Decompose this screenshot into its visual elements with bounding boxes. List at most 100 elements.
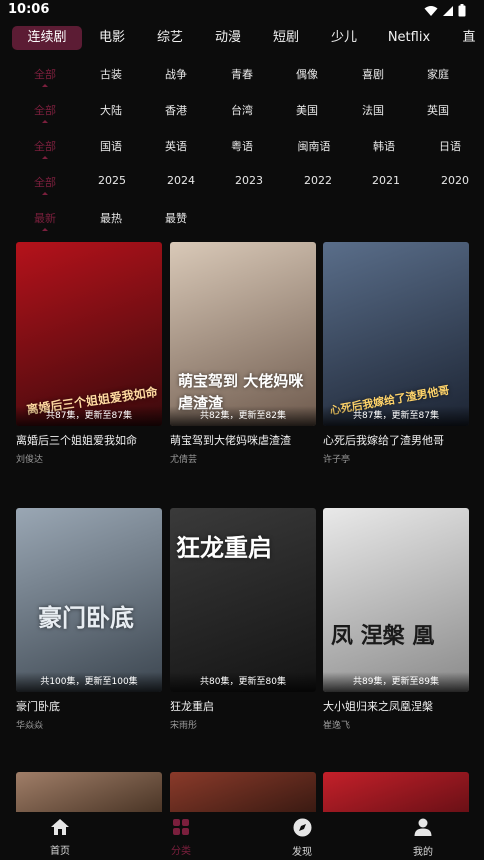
filter-option[interactable]: 英国 (427, 102, 449, 118)
filter-option[interactable]: 国语 (100, 138, 122, 154)
filter-option[interactable]: 家庭 (427, 66, 449, 82)
drama-actor: 崔逸飞 (323, 721, 351, 731)
filter-option[interactable]: 粤语 (231, 138, 253, 154)
drama-poster[interactable]: 豪门卧底 共100集，更新至100集 (16, 508, 162, 692)
drama-poster-partial[interactable] (170, 772, 316, 812)
category-tabs: 连续剧 电影 综艺 动漫 短剧 少儿 Netflix 直 (0, 22, 484, 54)
filter-option[interactable]: 法国 (362, 102, 384, 118)
drama-card[interactable]: 离婚后三个姐姐爱我如命 共87集，更新至87集 离婚后三个姐姐爱我如命 刘俊达 (16, 242, 162, 465)
tab-anime[interactable]: 动漫 (210, 26, 246, 50)
drama-poster[interactable]: 凤 涅槃 凰 共89集，更新至89集 (323, 508, 469, 692)
poster-title: 狂龙重启 (176, 533, 272, 562)
drama-title[interactable]: 大小姐归来之凤凰涅槃 (323, 698, 469, 714)
compass-icon (293, 818, 311, 837)
tab-series[interactable]: 连续剧 (12, 26, 82, 50)
filter-option[interactable]: 2022 (304, 174, 332, 187)
filter-option[interactable]: 古装 (100, 66, 122, 82)
drama-title[interactable]: 心死后我嫁给了渣男他哥 (323, 432, 469, 448)
category-icon (173, 819, 189, 835)
drama-card[interactable]: 狂龙重启 共80集，更新至80集 狂龙重启 宋雨彤 (170, 508, 316, 731)
filter-option[interactable]: 香港 (165, 102, 187, 118)
filter-option[interactable]: 2023 (235, 174, 263, 187)
filter-option[interactable]: 2021 (372, 174, 400, 187)
episode-count: 共82集，更新至82集 (170, 406, 316, 426)
nav-category[interactable]: 分类 (141, 818, 221, 857)
drama-actor: 华焱焱 (16, 721, 44, 731)
drama-card[interactable]: 心死后我嫁给了渣男他哥 共87集，更新至87集 心死后我嫁给了渣男他哥 许子亭 (323, 242, 469, 465)
selected-caret-icon (42, 228, 48, 231)
tab-movie[interactable]: 电影 (94, 26, 130, 50)
drama-actor: 宋雨彤 (170, 721, 198, 731)
filter-option-selected[interactable]: 最新 (34, 210, 56, 226)
nav-category-label: 分类 (171, 846, 191, 857)
filter-option[interactable]: 喜剧 (362, 66, 384, 82)
status-bar: 10:06 (0, 0, 484, 22)
filter-option[interactable]: 闽南语 (298, 138, 331, 154)
nav-profile[interactable]: 我的 (383, 818, 463, 858)
filter-option[interactable]: 韩语 (373, 138, 395, 154)
filter-option[interactable]: 2024 (167, 174, 195, 187)
filter-option-selected[interactable]: 全部 (34, 66, 56, 82)
tab-variety[interactable]: 综艺 (152, 26, 188, 50)
filter-option[interactable]: 最热 (100, 210, 122, 226)
drama-actor: 刘俊达 (16, 455, 44, 465)
filter-option[interactable]: 大陆 (100, 102, 122, 118)
status-icons (424, 4, 466, 17)
filter-option-selected[interactable]: 全部 (34, 102, 56, 118)
filter-option[interactable]: 最赞 (165, 210, 187, 226)
episode-count: 共89集，更新至89集 (323, 672, 469, 692)
poster-title: 凤 涅槃 凰 (331, 623, 435, 649)
filter-row-sort: 最新 最热 最赞 (0, 204, 484, 240)
selected-caret-icon (42, 192, 48, 195)
drama-card[interactable]: 萌宝驾到 大佬妈咪虐渣渣 共82集，更新至82集 萌宝驾到大佬妈咪虐渣渣 尤倩芸 (170, 242, 316, 465)
selected-caret-icon (42, 84, 48, 87)
selected-caret-icon (42, 156, 48, 159)
tab-kids[interactable]: 少儿 (326, 26, 362, 50)
filter-row-year: 全部 2025 2024 2023 2022 2021 2020 (0, 168, 484, 204)
nav-discover[interactable]: 发现 (262, 818, 342, 858)
filter-option[interactable]: 日语 (439, 138, 461, 154)
filter-option-selected[interactable]: 全部 (34, 174, 56, 190)
drama-card[interactable]: 豪门卧底 共100集，更新至100集 豪门卧底 华焱焱 (16, 508, 162, 731)
drama-card[interactable]: 凤 涅槃 凰 共89集，更新至89集 大小姐归来之凤凰涅槃 崔逸飞 (323, 508, 469, 731)
selected-caret-icon (42, 120, 48, 123)
drama-title[interactable]: 萌宝驾到大佬妈咪虐渣渣 (170, 432, 316, 448)
filter-option[interactable]: 台湾 (231, 102, 253, 118)
drama-poster[interactable]: 心死后我嫁给了渣男他哥 共87集，更新至87集 (323, 242, 469, 426)
nav-profile-label: 我的 (413, 847, 433, 858)
filter-row-genre: 全部 古装 战争 青春 偶像 喜剧 家庭 (0, 60, 484, 96)
battery-icon (458, 4, 466, 17)
drama-poster-partial[interactable] (323, 772, 469, 812)
filter-option[interactable]: 战争 (165, 66, 187, 82)
filter-option[interactable]: 2020 (441, 174, 469, 187)
drama-poster[interactable]: 离婚后三个姐姐爱我如命 共87集，更新至87集 (16, 242, 162, 426)
episode-count: 共87集，更新至87集 (323, 406, 469, 426)
poster-title: 豪门卧底 (38, 603, 134, 632)
filter-option[interactable]: 偶像 (296, 66, 318, 82)
status-time: 10:06 (8, 2, 50, 17)
profile-icon (414, 818, 432, 836)
tab-netflix[interactable]: Netflix (384, 26, 434, 50)
home-icon (51, 819, 69, 835)
filter-row-region: 全部 大陆 香港 台湾 美国 法国 英国 (0, 96, 484, 132)
drama-actor: 尤倩芸 (170, 455, 198, 465)
drama-poster[interactable]: 狂龙重启 共80集，更新至80集 (170, 508, 316, 692)
nav-home[interactable]: 首页 (20, 818, 100, 857)
tab-short-drama[interactable]: 短剧 (268, 26, 304, 50)
drama-title[interactable]: 离婚后三个姐姐爱我如命 (16, 432, 162, 448)
nav-discover-label: 发现 (292, 847, 312, 858)
drama-poster-partial[interactable] (16, 772, 162, 812)
filter-option[interactable]: 美国 (296, 102, 318, 118)
signal-icon (443, 5, 453, 16)
episode-count: 共87集，更新至87集 (16, 406, 162, 426)
bottom-nav: 首页 分类 发现 我的 (0, 812, 484, 860)
tab-live[interactable]: 直 (454, 26, 484, 50)
drama-title[interactable]: 豪门卧底 (16, 698, 162, 714)
drama-title[interactable]: 狂龙重启 (170, 698, 316, 714)
filter-option[interactable]: 青春 (231, 66, 253, 82)
filter-option[interactable]: 英语 (165, 138, 187, 154)
episode-count: 共100集，更新至100集 (16, 672, 162, 692)
filter-option-selected[interactable]: 全部 (34, 138, 56, 154)
filter-option[interactable]: 2025 (98, 174, 126, 187)
drama-poster[interactable]: 萌宝驾到 大佬妈咪虐渣渣 共82集，更新至82集 (170, 242, 316, 426)
